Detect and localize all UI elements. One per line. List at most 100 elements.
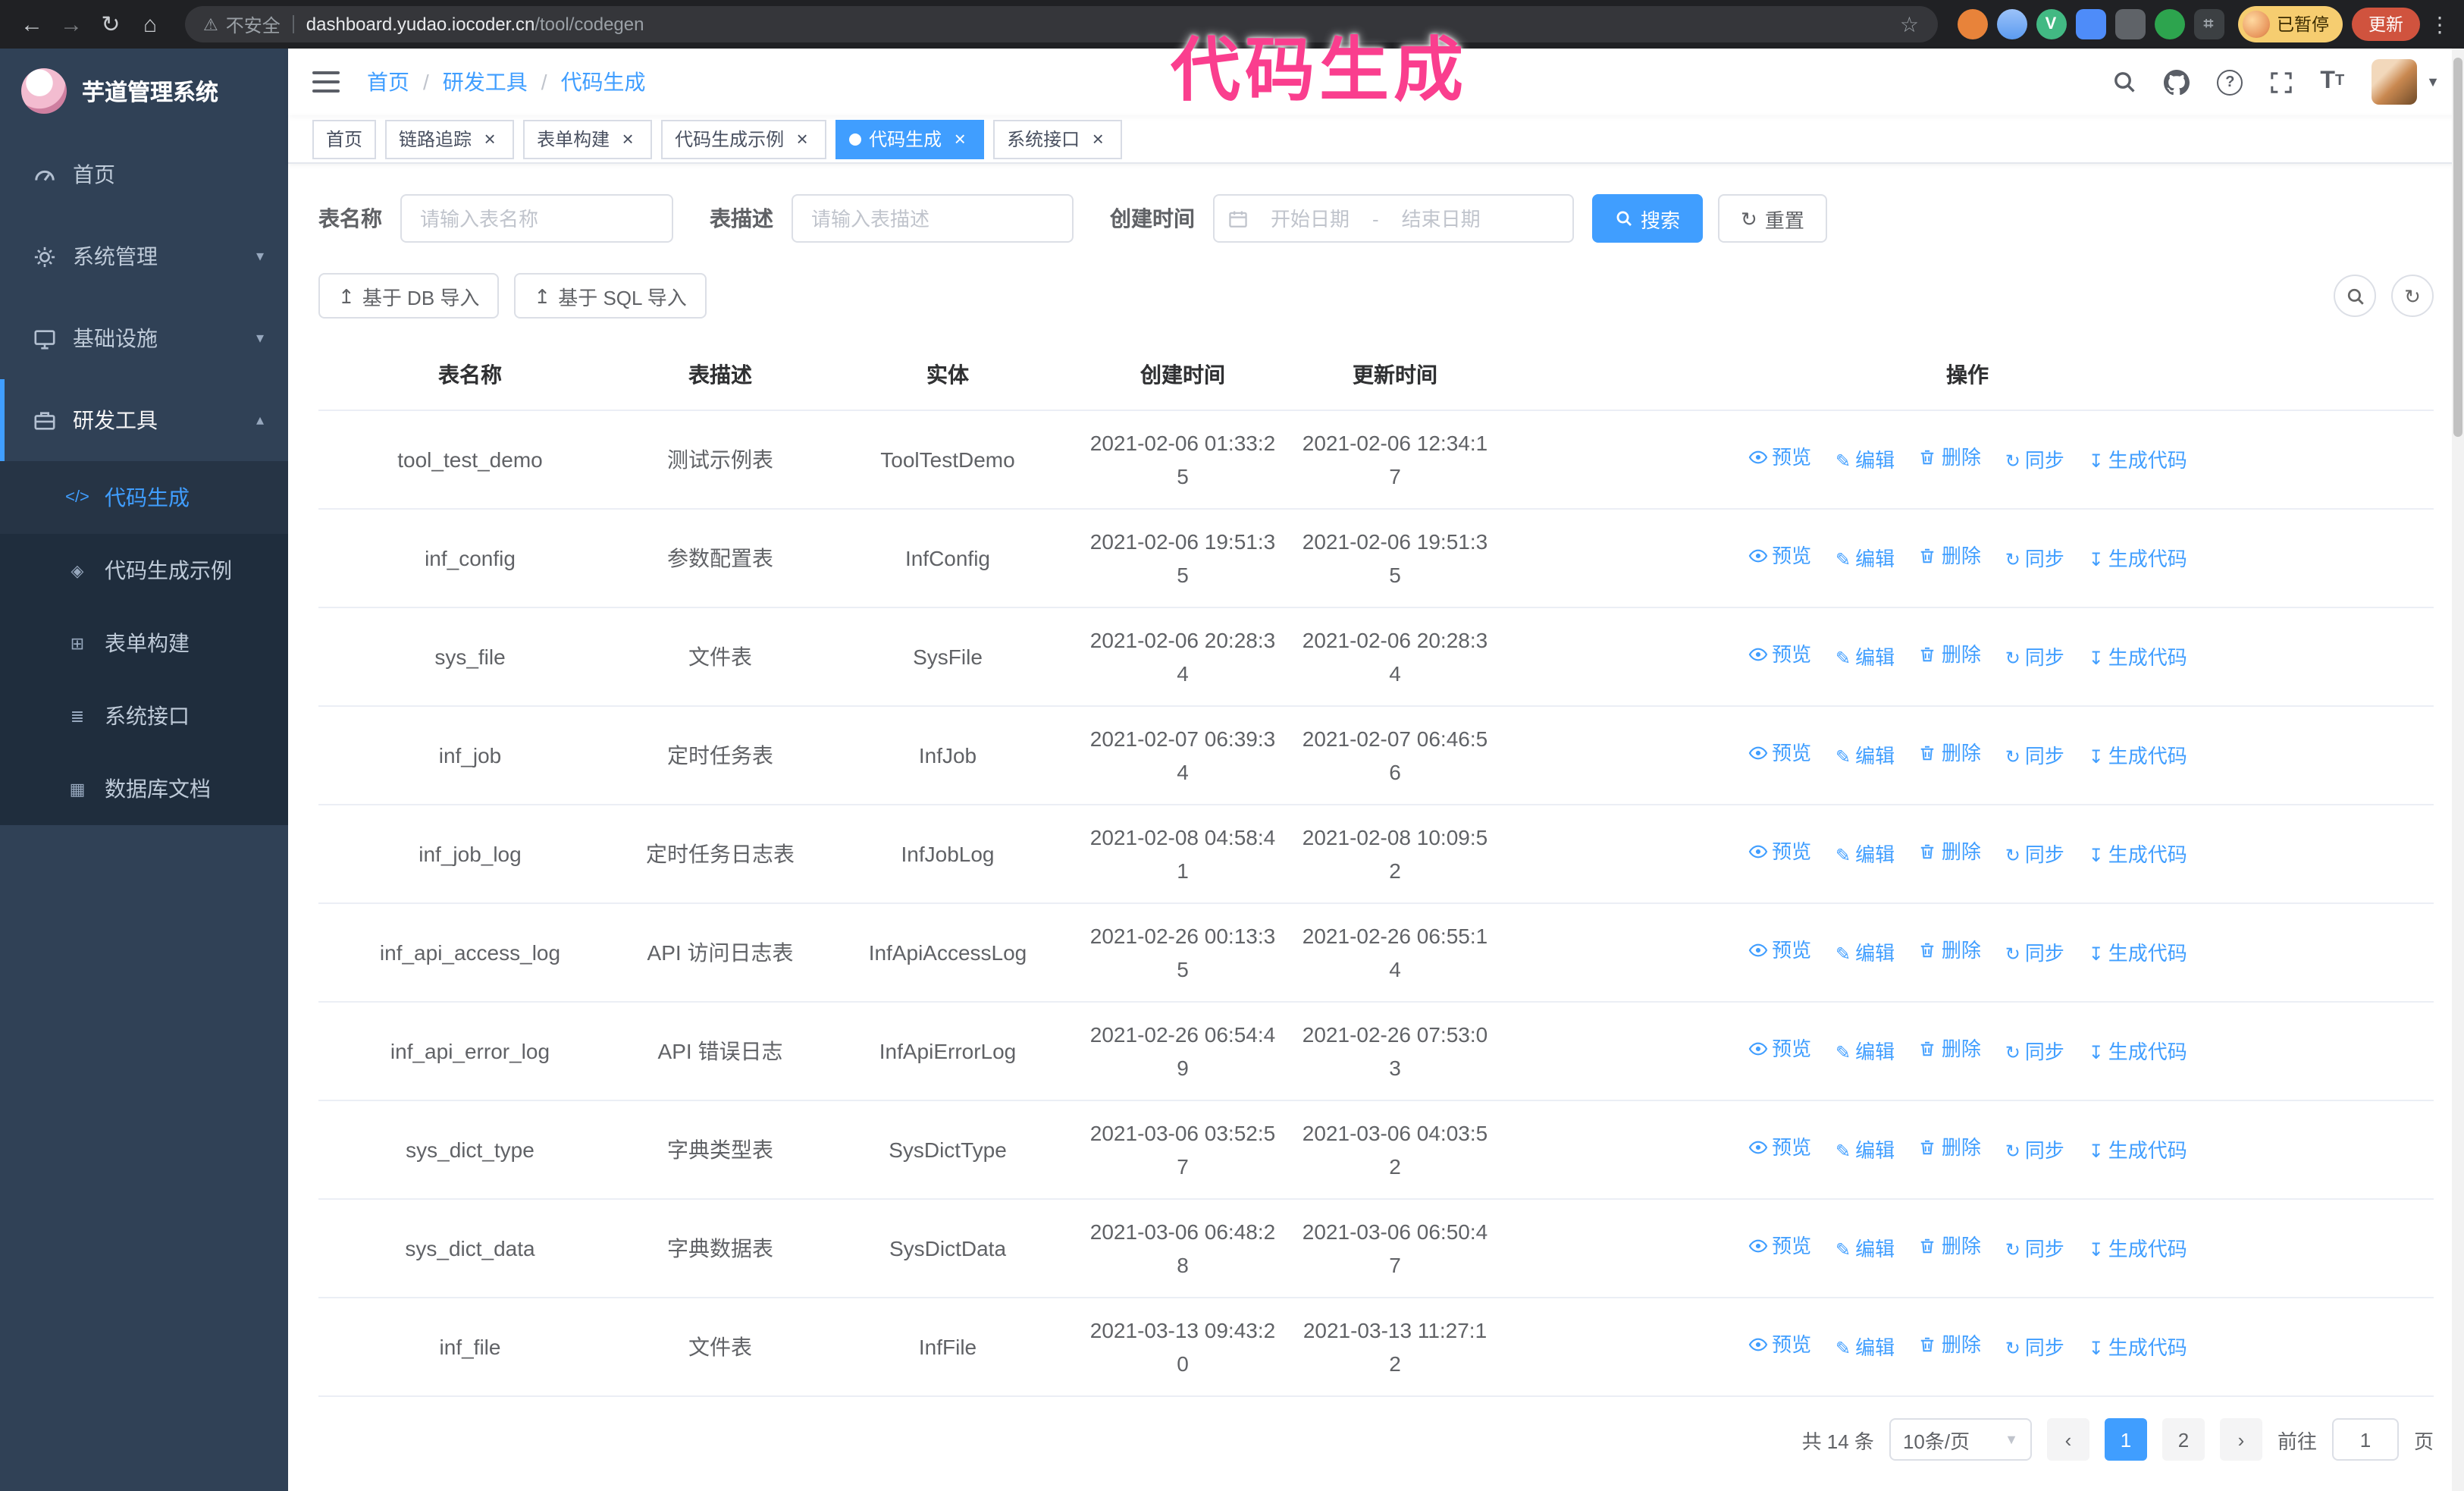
edit-link[interactable]: ✎ 编辑	[1835, 544, 1895, 577]
page-button-1[interactable]: 1	[2104, 1418, 2147, 1461]
sync-link[interactable]: ↻ 同步	[2005, 840, 2064, 873]
sidebar-item-form-build[interactable]: ⊞ 表单构建	[0, 607, 288, 680]
search-icon[interactable]	[2112, 70, 2136, 94]
page-scrollbar[interactable]	[2452, 49, 2464, 1491]
preview-link[interactable]: 预览	[1748, 441, 1811, 475]
close-icon[interactable]: ×	[479, 128, 500, 149]
edit-link[interactable]: ✎ 编辑	[1835, 741, 1895, 774]
extension-icon-4[interactable]	[2075, 9, 2105, 39]
generate-code-link[interactable]: ↧ 生成代码	[2089, 642, 2187, 676]
browser-menu-icon[interactable]: ⋮	[2428, 11, 2452, 37]
sync-link[interactable]: ↻ 同步	[2005, 544, 2064, 577]
preview-link[interactable]: 预览	[1748, 1033, 1811, 1066]
browser-forward-button[interactable]: →	[52, 5, 91, 44]
delete-link[interactable]: 删除	[1919, 441, 1981, 475]
delete-link[interactable]: 删除	[1919, 934, 1981, 968]
tag-form-build[interactable]: 表单构建 ×	[523, 119, 653, 159]
fullscreen-icon[interactable]	[2270, 71, 2293, 93]
delete-link[interactable]: 删除	[1919, 1132, 1981, 1165]
github-icon[interactable]	[2164, 69, 2190, 95]
delete-link[interactable]: 删除	[1919, 1329, 1981, 1362]
bookmark-star-icon[interactable]: ☆	[1900, 11, 1919, 37]
sync-link[interactable]: ↻ 同步	[2005, 1135, 2064, 1169]
sidebar-item-home[interactable]: 首页	[0, 133, 288, 215]
delete-link[interactable]: 删除	[1919, 737, 1981, 771]
font-size-icon[interactable]: TT	[2320, 69, 2344, 94]
preview-link[interactable]: 预览	[1748, 639, 1811, 672]
generate-code-link[interactable]: ↧ 生成代码	[2089, 544, 2187, 577]
edit-link[interactable]: ✎ 编辑	[1835, 445, 1895, 479]
sidebar-item-infra[interactable]: 基础设施 ▾	[0, 297, 288, 379]
edit-link[interactable]: ✎ 编辑	[1835, 1332, 1895, 1366]
address-bar[interactable]: ⚠ 不安全 dashboard.yudao.iocoder.cn /tool/c…	[185, 6, 1937, 42]
generate-code-link[interactable]: ↧ 生成代码	[2089, 1037, 2187, 1070]
next-page-button[interactable]: ›	[2219, 1418, 2262, 1461]
scrollbar-thumb[interactable]	[2453, 58, 2462, 437]
generate-code-link[interactable]: ↧ 生成代码	[2089, 741, 2187, 774]
search-button[interactable]: 搜索	[1592, 194, 1704, 243]
breadcrumb-devtools[interactable]: 研发工具	[443, 67, 528, 97]
browser-reload-button[interactable]: ↻	[91, 5, 130, 44]
table-name-input[interactable]	[400, 194, 673, 243]
app-logo-row[interactable]: 芋道管理系统	[0, 49, 288, 133]
sync-link[interactable]: ↻ 同步	[2005, 642, 2064, 676]
reset-button[interactable]: ↻ 重置	[1718, 194, 1827, 243]
preview-link[interactable]: 预览	[1748, 737, 1811, 771]
delete-link[interactable]: 删除	[1919, 540, 1981, 573]
generate-code-link[interactable]: ↧ 生成代码	[2089, 1332, 2187, 1366]
preview-link[interactable]: 预览	[1748, 540, 1811, 573]
delete-link[interactable]: 删除	[1919, 1033, 1981, 1066]
browser-profile-chip[interactable]: 已暂停	[2237, 6, 2343, 42]
browser-home-button[interactable]: ⌂	[130, 5, 170, 44]
end-date-input[interactable]	[1384, 207, 1497, 230]
edit-link[interactable]: ✎ 编辑	[1835, 642, 1895, 676]
close-icon[interactable]: ×	[1087, 128, 1108, 149]
generate-code-link[interactable]: ↧ 生成代码	[2089, 840, 2187, 873]
extension-icon-vue[interactable]: V	[2036, 9, 2066, 39]
tag-codegen-example[interactable]: 代码生成示例 ×	[661, 119, 827, 159]
edit-link[interactable]: ✎ 编辑	[1835, 1135, 1895, 1169]
extension-icon-2[interactable]	[1996, 9, 2027, 39]
sidebar-item-codegen[interactable]: </> 代码生成	[0, 461, 288, 534]
edit-link[interactable]: ✎ 编辑	[1835, 1037, 1895, 1070]
sync-link[interactable]: ↻ 同步	[2005, 1037, 2064, 1070]
breadcrumb-home[interactable]: 首页	[367, 67, 409, 97]
prev-page-button[interactable]: ‹	[2046, 1418, 2089, 1461]
sidebar-item-system[interactable]: 系统管理 ▾	[0, 215, 288, 297]
goto-page-input[interactable]	[2331, 1418, 2399, 1461]
sync-link[interactable]: ↻ 同步	[2005, 938, 2064, 972]
sync-link[interactable]: ↻ 同步	[2005, 1234, 2064, 1267]
extension-icon-1[interactable]	[1957, 9, 1987, 39]
sync-link[interactable]: ↻ 同步	[2005, 741, 2064, 774]
avatar-menu[interactable]: ▼	[2372, 59, 2440, 105]
page-button-2[interactable]: 2	[2161, 1418, 2205, 1461]
close-icon[interactable]: ×	[792, 128, 813, 149]
delete-link[interactable]: 删除	[1919, 1230, 1981, 1263]
toggle-search-button[interactable]	[2334, 275, 2376, 317]
sync-link[interactable]: ↻ 同步	[2005, 1332, 2064, 1366]
page-size-select[interactable]: 10条/页 ▼	[1889, 1418, 2032, 1461]
delete-link[interactable]: 删除	[1919, 836, 1981, 869]
browser-back-button[interactable]: ←	[12, 5, 52, 44]
tag-home[interactable]: 首页	[312, 119, 377, 159]
refresh-table-button[interactable]: ↻	[2391, 275, 2434, 317]
preview-link[interactable]: 预览	[1748, 836, 1811, 869]
preview-link[interactable]: 预览	[1748, 1329, 1811, 1362]
help-icon[interactable]: ?	[2217, 69, 2243, 95]
close-icon[interactable]: ×	[617, 128, 638, 149]
extension-icon-5[interactable]	[2114, 9, 2145, 39]
preview-link[interactable]: 预览	[1748, 934, 1811, 968]
generate-code-link[interactable]: ↧ 生成代码	[2089, 938, 2187, 972]
generate-code-link[interactable]: ↧ 生成代码	[2089, 1234, 2187, 1267]
edit-link[interactable]: ✎ 编辑	[1835, 840, 1895, 873]
extension-icon-7[interactable]: ⌗	[2193, 9, 2224, 39]
generate-code-link[interactable]: ↧ 生成代码	[2089, 445, 2187, 479]
preview-link[interactable]: 预览	[1748, 1132, 1811, 1165]
date-range-picker[interactable]: -	[1213, 194, 1574, 243]
tag-api[interactable]: 系统接口 ×	[993, 119, 1123, 159]
sidebar-item-db-doc[interactable]: ▦ 数据库文档	[0, 752, 288, 825]
start-date-input[interactable]	[1254, 207, 1366, 230]
hamburger-icon[interactable]	[312, 71, 340, 93]
extension-icon-6[interactable]	[2154, 9, 2184, 39]
preview-link[interactable]: 预览	[1748, 1230, 1811, 1263]
